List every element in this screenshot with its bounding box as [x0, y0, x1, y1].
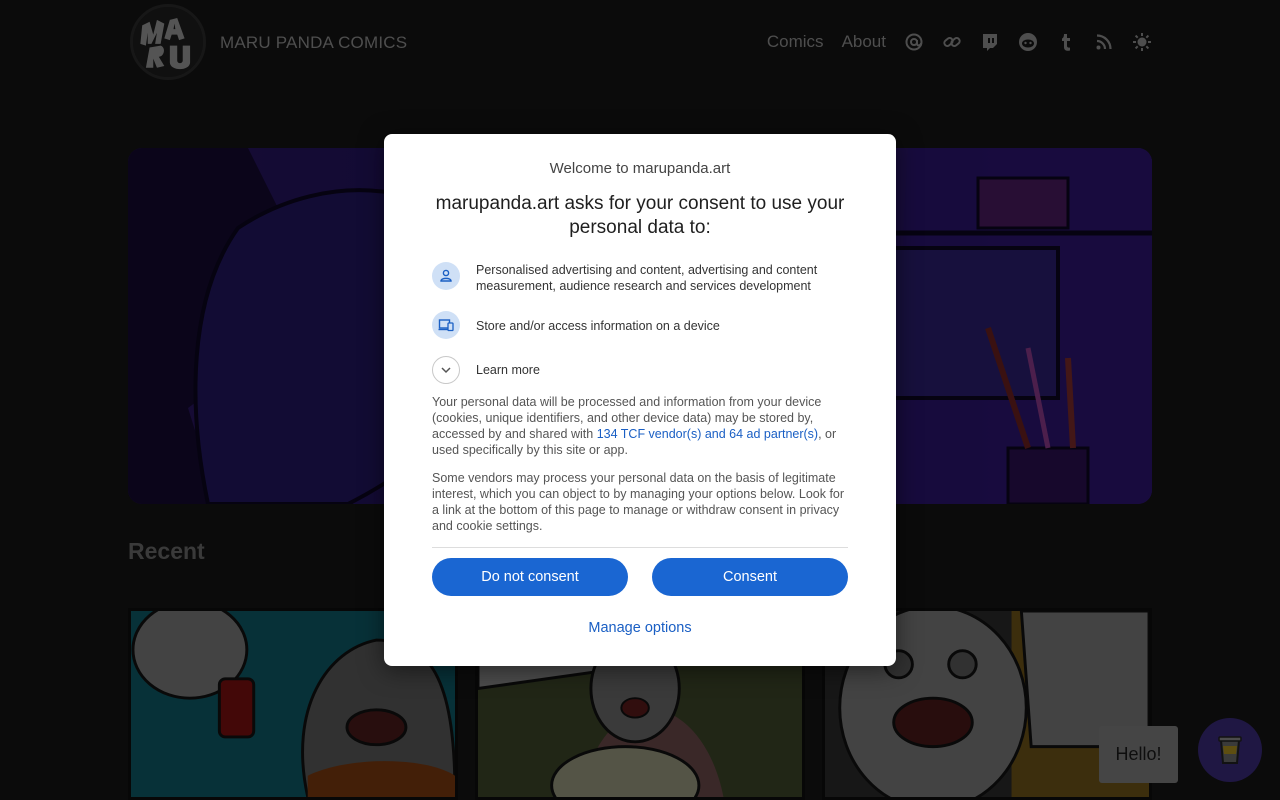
divider — [432, 547, 848, 548]
purpose-text: Store and/or access information on a dev… — [476, 319, 720, 333]
consent-dialog: Welcome to marupanda.art marupanda.art a… — [384, 134, 896, 666]
vendors-link[interactable]: 134 TCF vendor(s) and 64 ad partner(s) — [597, 427, 818, 441]
consent-description: Your personal data will be processed and… — [432, 394, 848, 458]
devices-icon — [432, 311, 460, 339]
purpose-item: Store and/or access information on a dev… — [432, 311, 848, 339]
consent-button[interactable]: Consent — [652, 558, 848, 596]
person-icon — [432, 262, 460, 290]
chevron-down-icon[interactable] — [432, 356, 460, 384]
learn-more-label: Learn more — [476, 363, 540, 377]
consent-welcome: Welcome to marupanda.art — [549, 160, 731, 177]
purpose-text: Personalised advertising and content, ad… — [476, 263, 818, 293]
manage-options-link[interactable]: Manage options — [384, 620, 896, 636]
do-not-consent-button[interactable]: Do not consent — [432, 558, 628, 596]
learn-more-toggle[interactable]: Learn more — [432, 356, 540, 384]
legitimate-interest-text: Some vendors may process your personal d… — [432, 471, 845, 533]
consent-heading: marupanda.art asks for your consent to u… — [435, 193, 845, 238]
purpose-item: Personalised advertising and content, ad… — [432, 262, 848, 294]
